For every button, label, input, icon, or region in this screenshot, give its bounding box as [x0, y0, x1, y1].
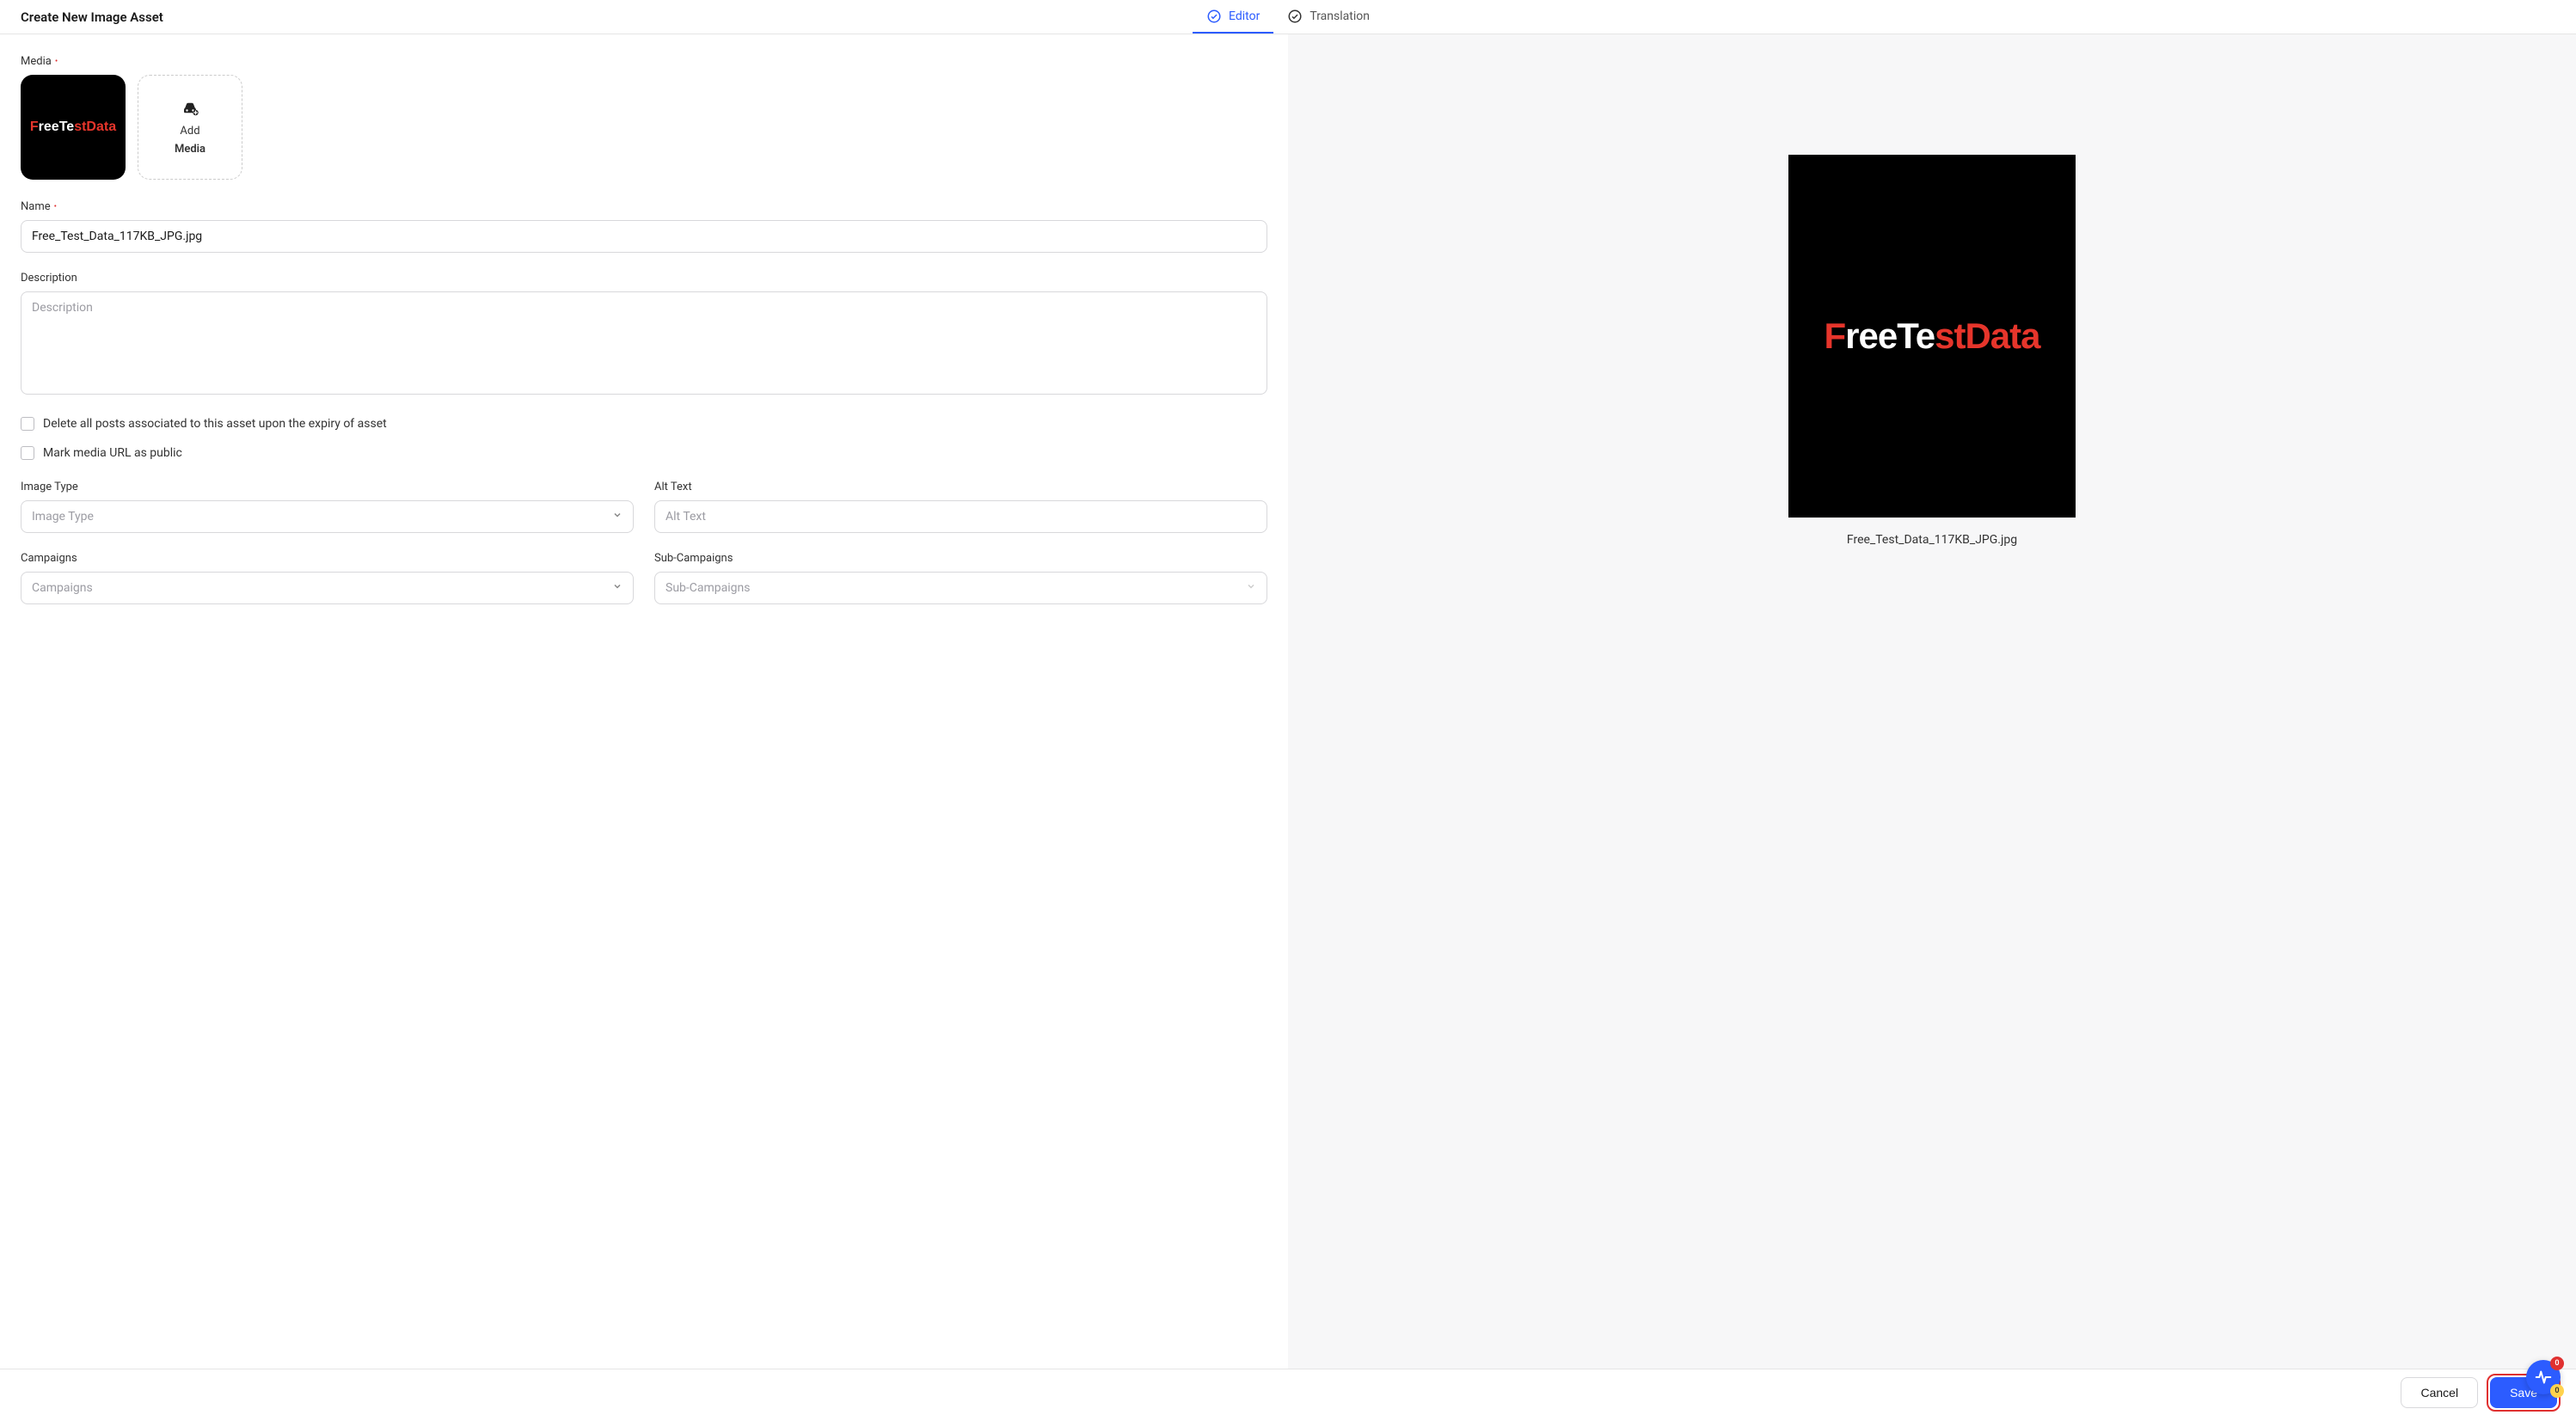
- check-circle-icon: [1206, 9, 1222, 24]
- alt-text-input[interactable]: [654, 500, 1267, 533]
- add-media-line1: Add: [180, 125, 199, 138]
- tab-label: Translation: [1309, 9, 1370, 23]
- cancel-button[interactable]: Cancel: [2401, 1377, 2478, 1408]
- alt-text-field: Alt Text: [654, 481, 1267, 533]
- tab-editor[interactable]: Editor: [1193, 0, 1273, 34]
- checkbox-icon[interactable]: [21, 417, 34, 431]
- tabs: Editor Translation: [1193, 0, 1383, 34]
- description-label: Description: [21, 272, 1267, 285]
- car-upload-icon: [180, 99, 200, 119]
- thumbnail-image: FreeTestData: [30, 119, 116, 135]
- tab-label: Editor: [1229, 9, 1260, 23]
- chevron-down-icon: [1246, 581, 1256, 595]
- add-media-button[interactable]: Add Media: [138, 75, 242, 180]
- campaigns-field: Campaigns Campaigns: [21, 552, 634, 604]
- mark-public-label: Mark media URL as public: [43, 446, 182, 460]
- add-media-line2: Media: [175, 143, 205, 156]
- mark-public-checkbox-row[interactable]: Mark media URL as public: [21, 446, 1267, 460]
- image-type-field: Image Type Image Type: [21, 481, 634, 533]
- delete-posts-checkbox-row[interactable]: Delete all posts associated to this asse…: [21, 417, 1267, 431]
- footer: Cancel Save 0 0: [0, 1369, 2576, 1415]
- select-placeholder: Sub-Campaigns: [665, 581, 750, 595]
- page-title: Create New Image Asset: [0, 9, 163, 25]
- sub-campaigns-field: Sub-Campaigns Sub-Campaigns: [654, 552, 1267, 604]
- alt-text-label: Alt Text: [654, 481, 1267, 493]
- header: Create New Image Asset Editor Translatio…: [0, 0, 2576, 34]
- preview-caption: Free_Test_Data_117KB_JPG.jpg: [1847, 533, 2017, 547]
- description-input[interactable]: [21, 291, 1267, 395]
- select-placeholder: Campaigns: [32, 581, 93, 595]
- select-placeholder: Image Type: [32, 510, 94, 524]
- campaigns-label: Campaigns: [21, 552, 634, 565]
- chevron-down-icon: [612, 510, 623, 524]
- sub-campaigns-label: Sub-Campaigns: [654, 552, 1267, 565]
- image-type-label: Image Type: [21, 481, 634, 493]
- chevron-down-icon: [612, 581, 623, 595]
- name-field: Name•: [21, 200, 1267, 253]
- checkbox-icon[interactable]: [21, 446, 34, 460]
- tab-translation[interactable]: Translation: [1273, 0, 1383, 34]
- media-field: Media• FreeTestData Add Media: [21, 55, 1267, 180]
- image-type-select[interactable]: Image Type: [21, 500, 634, 533]
- name-input[interactable]: [21, 220, 1267, 253]
- preview-image-content: FreeTestData: [1824, 315, 2039, 357]
- required-dot: •: [55, 57, 58, 66]
- preview-image: FreeTestData: [1788, 155, 2076, 518]
- media-thumbnail[interactable]: FreeTestData: [21, 75, 126, 180]
- campaigns-select[interactable]: Campaigns: [21, 572, 634, 604]
- activity-icon: [2534, 1368, 2553, 1387]
- name-label: Name•: [21, 200, 1267, 213]
- required-dot: •: [54, 202, 57, 211]
- activity-fab[interactable]: 0 0: [2526, 1360, 2561, 1394]
- sub-campaigns-select[interactable]: Sub-Campaigns: [654, 572, 1267, 604]
- form-panel: Media• FreeTestData Add Media: [0, 34, 1288, 1369]
- badge-red: 0: [2550, 1357, 2564, 1370]
- body: Media• FreeTestData Add Media: [0, 34, 2576, 1369]
- media-label: Media•: [21, 55, 1267, 68]
- delete-posts-label: Delete all posts associated to this asse…: [43, 417, 387, 431]
- check-circle-icon: [1287, 9, 1303, 24]
- description-field: Description: [21, 272, 1267, 398]
- badge-yellow: 0: [2550, 1384, 2564, 1398]
- preview-panel: FreeTestData Free_Test_Data_117KB_JPG.jp…: [1288, 34, 2576, 1369]
